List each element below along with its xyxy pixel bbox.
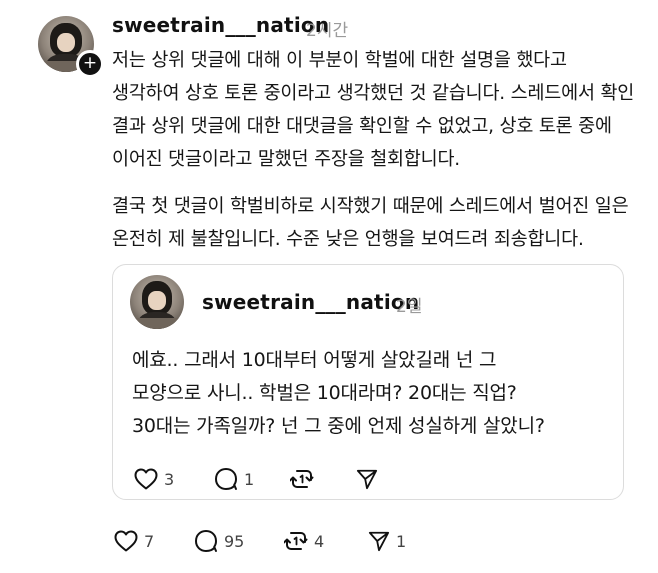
quoted-author-avatar[interactable] — [130, 275, 184, 329]
post-like-count: 7 — [144, 531, 155, 551]
repost-icon — [290, 470, 314, 488]
follow-plus-button[interactable]: + — [76, 50, 104, 78]
quoted-timestamp: 2일 — [396, 297, 423, 317]
post-paragraph-1: 저는 상위 댓글에 대해 이 부분이 학벌에 대한 설명을 했다고 생각하여 상… — [112, 50, 635, 170]
quoted-share-button[interactable] — [356, 466, 378, 492]
threads-post-screen: { "post": { "username": "sweetrain___nat… — [0, 0, 658, 573]
avatar-face — [148, 291, 166, 310]
repost-icon — [284, 532, 308, 550]
avatar-desk — [130, 318, 184, 329]
heart-icon — [134, 468, 158, 490]
post-repost-count: 4 — [314, 531, 325, 551]
quoted-like-button[interactable]: 3 — [134, 466, 174, 492]
post-share-count: 1 — [396, 531, 407, 551]
post-share-button[interactable]: 1 — [368, 528, 406, 554]
quoted-reply-count: 1 — [244, 469, 255, 489]
avatar-face — [57, 32, 75, 52]
quoted-reply-button[interactable]: 1 — [214, 466, 254, 492]
post-paragraph-2: 결국 첫 댓글이 학벌비하로 시작했기 때문에 스레드에서 벌어진 일은 온전히… — [112, 196, 629, 250]
post-reply-count: 95 — [224, 531, 245, 551]
quoted-like-count: 3 — [164, 469, 175, 489]
heart-icon — [114, 530, 138, 552]
post-reply-button[interactable]: 95 — [194, 528, 244, 554]
post-username[interactable]: sweetrain___nation — [112, 13, 329, 37]
post-repost-button[interactable]: 4 — [284, 528, 324, 554]
paper-plane-icon — [368, 531, 390, 552]
quoted-post-text: 에효.. 그래서 10대부터 어떻게 살았길래 넌 그 모양으로 사니.. 학벌… — [132, 349, 545, 437]
paper-plane-icon — [356, 469, 378, 490]
speech-bubble-icon — [195, 530, 217, 552]
post-timestamp: 2시간 — [306, 21, 349, 41]
speech-bubble-icon — [215, 468, 237, 490]
quoted-username[interactable]: sweetrain___nation — [202, 290, 419, 314]
post-like-button[interactable]: 7 — [114, 528, 154, 554]
quoted-repost-button[interactable] — [290, 466, 314, 492]
